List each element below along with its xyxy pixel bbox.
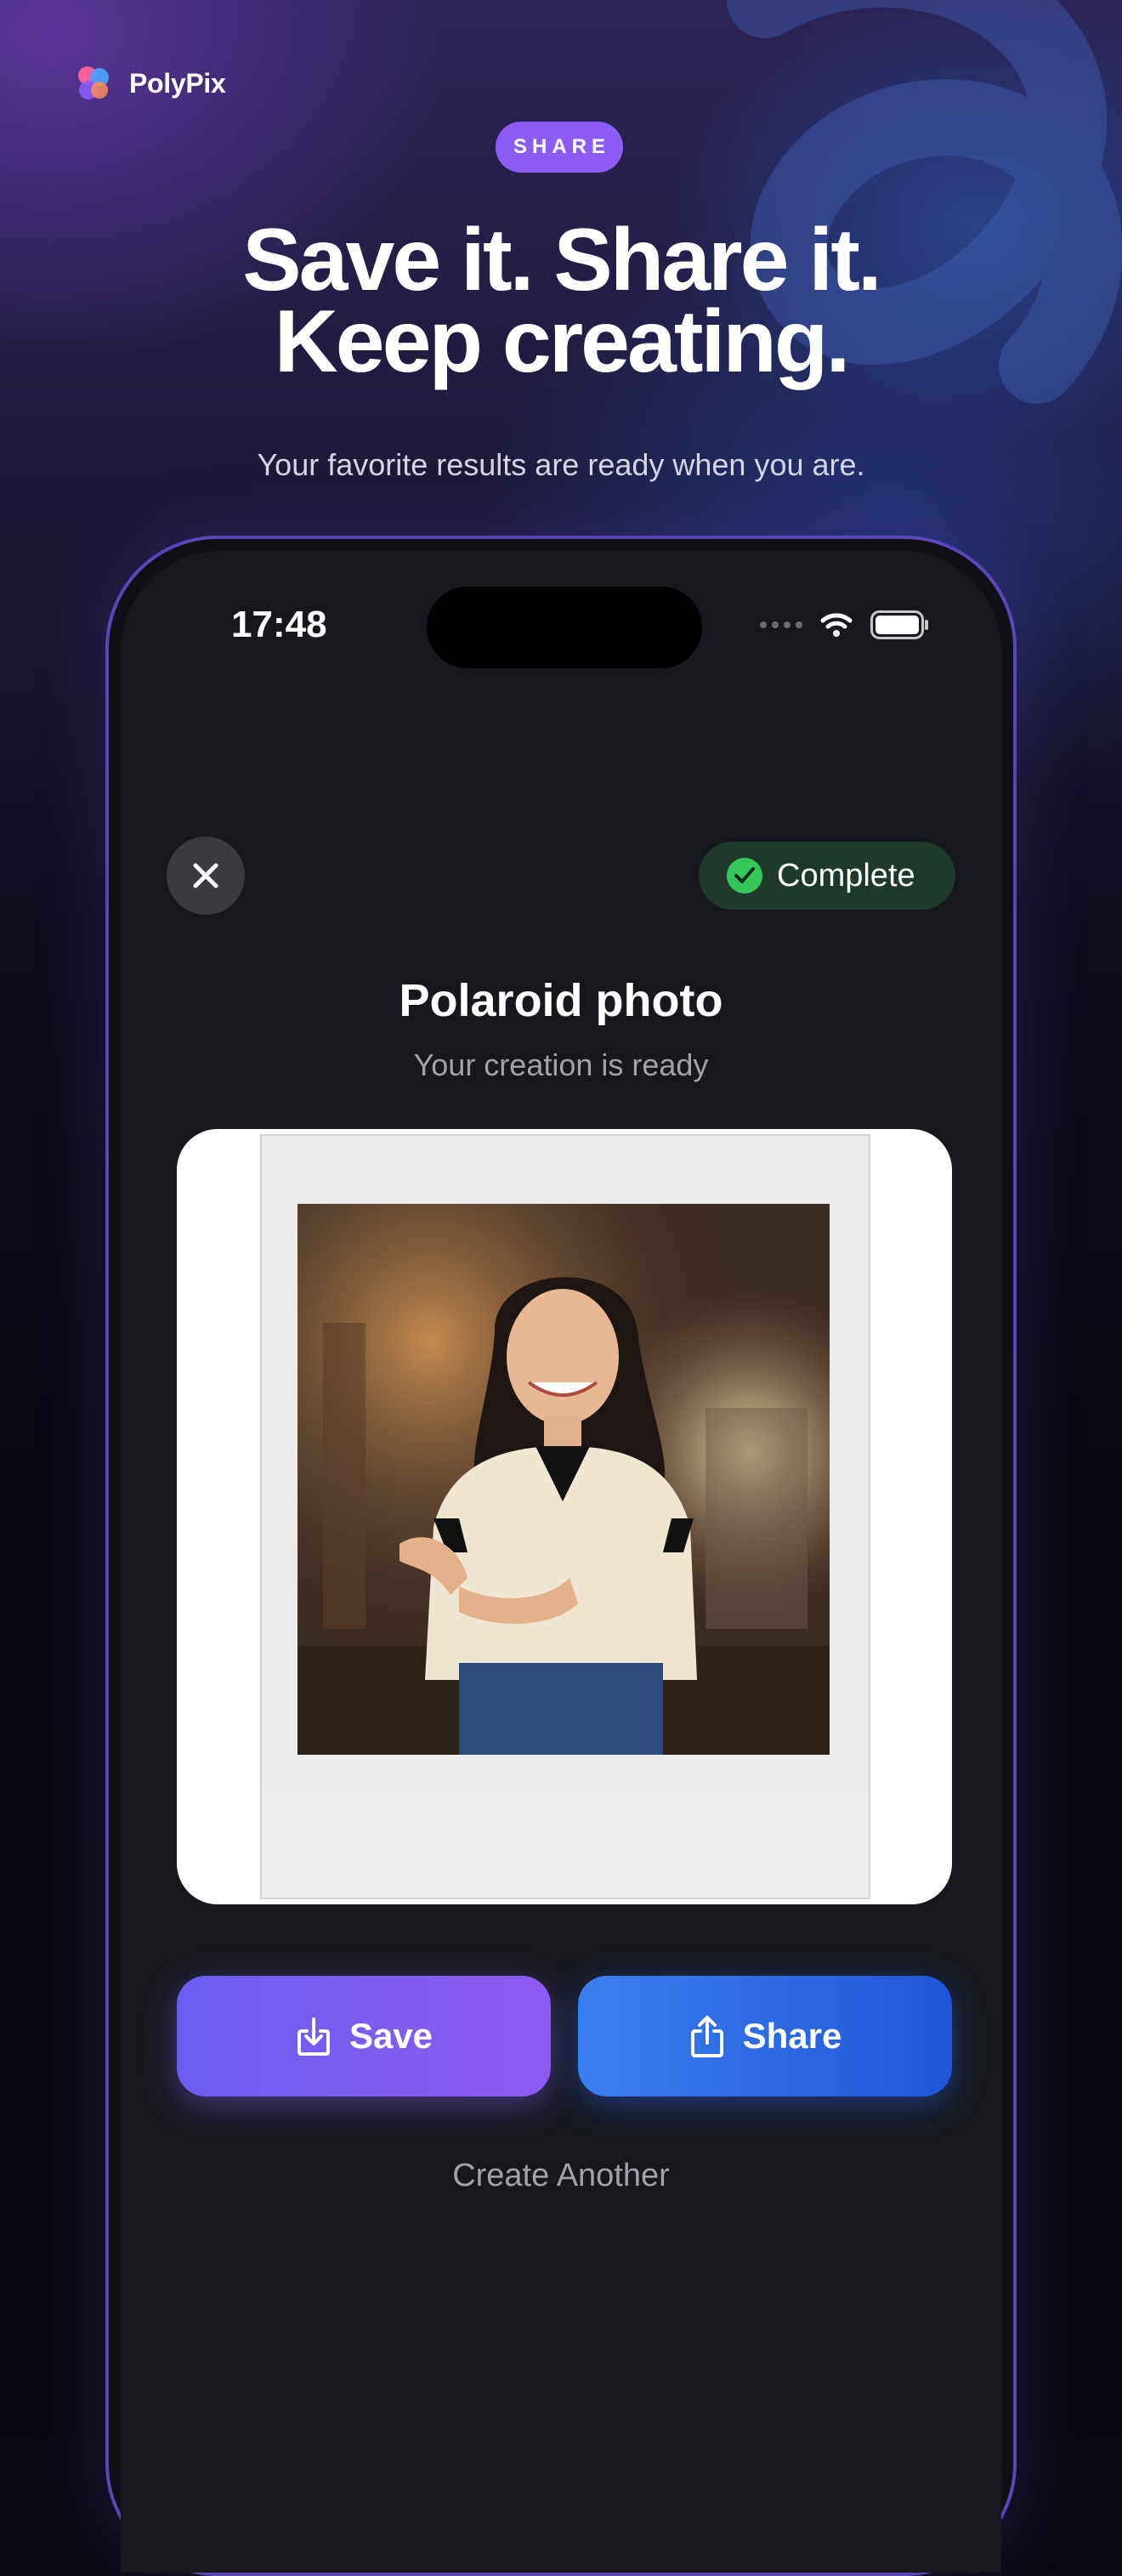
polaroid-frame: [260, 1134, 870, 1899]
polaroid-photo: [298, 1204, 830, 1755]
save-button[interactable]: Save: [177, 1976, 551, 2097]
close-icon: [193, 863, 218, 888]
polaroid-bottom-border: [262, 1790, 869, 1898]
result-image-card[interactable]: [177, 1129, 952, 1904]
headline-line-2: Keep creating.: [274, 292, 851, 391]
save-button-label: Save: [348, 2016, 434, 2056]
status-badge: Complete: [699, 842, 955, 910]
brand: PolyPix: [73, 63, 226, 104]
wifi-icon: [820, 613, 853, 637]
headline: Save it. Share it. Keep creating.: [0, 211, 1122, 391]
headline-line-1: Save it. Share it.: [242, 211, 881, 309]
phone-screen: 17:48 Complete Polaroid photo Your creat…: [121, 551, 1001, 2573]
signal-dots-icon: [760, 621, 802, 628]
status-badge-label: Complete: [777, 857, 915, 894]
brand-name: PolyPix: [129, 67, 226, 99]
result-subtitle: Your creation is ready: [413, 1047, 709, 1082]
download-icon: [297, 2017, 330, 2056]
polypix-logo-icon: [78, 66, 109, 99]
share-button-label: Share: [742, 2016, 842, 2056]
battery-icon: [870, 610, 928, 639]
create-another-link[interactable]: Create Another: [121, 2158, 1001, 2194]
result-title: Polaroid photo: [399, 975, 723, 1026]
section-pill: SHARE: [496, 122, 623, 173]
phone-frame: 17:48 Complete Polaroid photo Your creat…: [105, 536, 1017, 2576]
share-button[interactable]: Share: [578, 1976, 952, 2097]
close-button[interactable]: [167, 837, 245, 915]
dynamic-island: [427, 587, 702, 668]
status-icons: [760, 610, 930, 639]
check-circle-icon: [727, 858, 762, 894]
status-time: 17:48: [231, 604, 327, 645]
subline: Your favorite results are ready when you…: [257, 447, 865, 482]
share-icon: [690, 2016, 723, 2057]
